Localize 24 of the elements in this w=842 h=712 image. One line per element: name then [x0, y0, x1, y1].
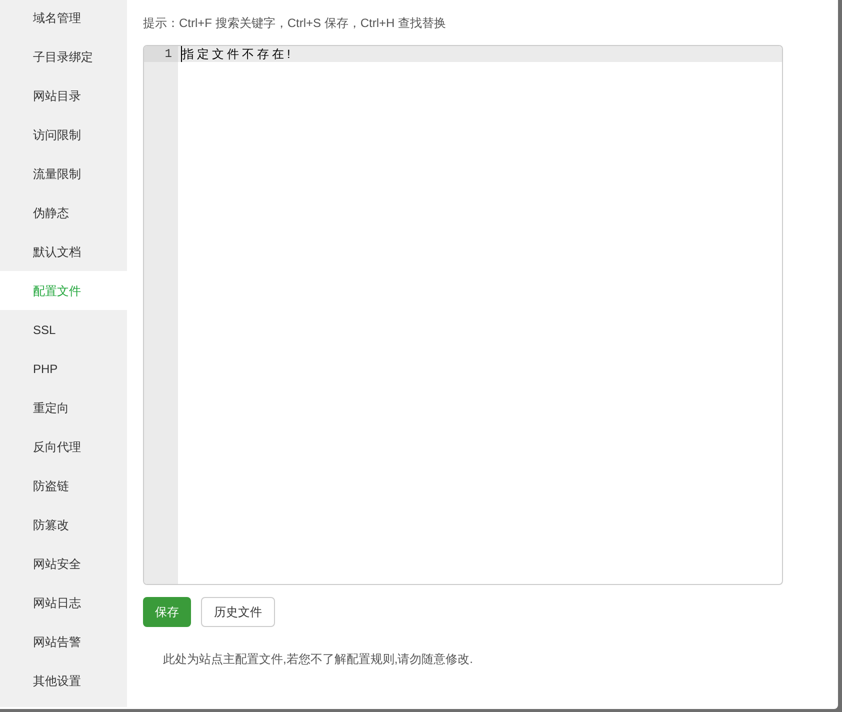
sidebar-item[interactable]: 网站告警 [0, 622, 127, 661]
sidebar-item[interactable]: 防盗链 [0, 466, 127, 505]
sidebar-item[interactable]: 网站安全 [0, 544, 127, 583]
code-editor[interactable]: 1 指定文件不存在! [143, 45, 783, 585]
sidebar-item[interactable]: 访问限制 [0, 115, 127, 154]
sidebar-item[interactable]: 防篡改 [0, 505, 127, 544]
sidebar-item[interactable]: PHP [0, 349, 127, 388]
hint-text: 提示：Ctrl+F 搜索关键字，Ctrl+S 保存，Ctrl+H 查找替换 [143, 15, 448, 32]
sidebar-item[interactable]: 反向代理 [0, 427, 127, 466]
sidebar-item[interactable]: 子目录绑定 [0, 37, 127, 76]
sidebar-item[interactable]: 网站日志 [0, 583, 127, 622]
line-number: 1 [144, 46, 178, 62]
history-button[interactable]: 历史文件 [201, 597, 275, 627]
sidebar-item[interactable]: 其他设置 [0, 661, 127, 700]
sidebar-item[interactable]: 默认文档 [0, 232, 127, 271]
sidebar-item[interactable]: SSL [0, 310, 127, 349]
sidebar-item[interactable]: 网站目录 [0, 76, 127, 115]
sidebar-item[interactable]: 域名管理 [0, 0, 127, 37]
save-button[interactable]: 保存 [143, 597, 191, 627]
sidebar-item[interactable]: 伪静态 [0, 193, 127, 232]
code-line: 指定文件不存在! [181, 46, 294, 62]
sidebar-item[interactable]: 重定向 [0, 388, 127, 427]
sidebar-item[interactable]: 流量限制 [0, 154, 127, 193]
note-text: 此处为站点主配置文件,若您不了解配置规则,请勿随意修改. [162, 651, 474, 668]
